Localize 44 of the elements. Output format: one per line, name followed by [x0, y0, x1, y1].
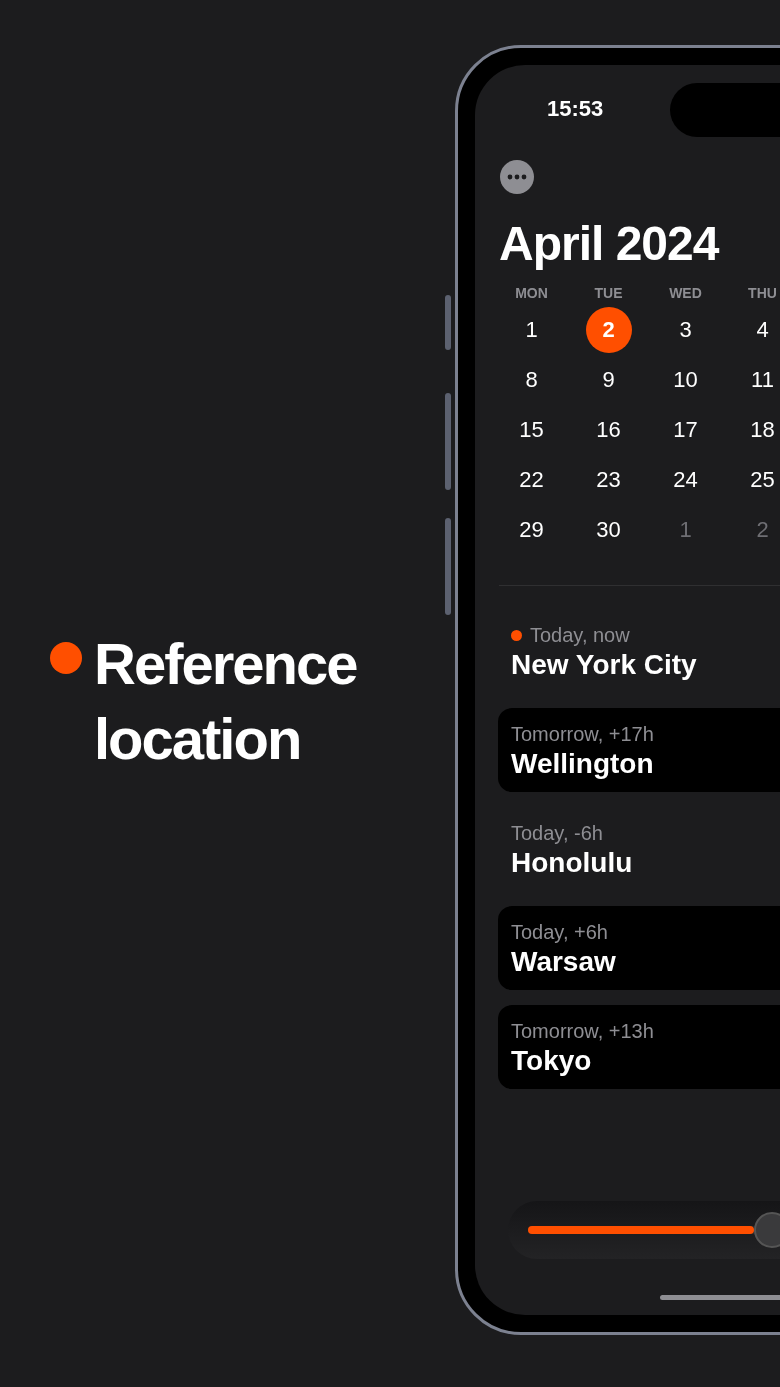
bullet-dot [50, 642, 82, 674]
time-offset: Today, +6h [511, 920, 608, 944]
city-name: Tokyo [511, 1044, 593, 1078]
weekday-label: THU [747, 284, 778, 303]
calendar-day[interactable]: 22 [508, 457, 555, 503]
more-button[interactable] [500, 160, 534, 194]
location-card[interactable]: Tomorrow, +17h Wellington [498, 708, 780, 792]
calendar-day[interactable]: 15 [508, 407, 555, 453]
location-row[interactable]: Today, -6h Honolulu [498, 807, 780, 891]
weekday-label: TUE [593, 284, 624, 303]
location-card[interactable]: Today, +6h Warsaw [498, 906, 780, 990]
calendar-day[interactable]: 8 [508, 357, 555, 403]
calendar-day[interactable]: 30 [585, 507, 632, 553]
calendar-day[interactable]: 16 [585, 407, 632, 453]
calendar-day[interactable]: 25 [739, 457, 780, 503]
calendar-day[interactable]: 3 [662, 307, 709, 353]
more-icon [507, 174, 527, 180]
calendar-day[interactable]: 23 [585, 457, 632, 503]
headline: Reference location [94, 630, 358, 773]
status-time: 15:53 [547, 96, 604, 122]
calendar-day[interactable]: 4 [739, 307, 780, 353]
city-name: Warsaw [511, 945, 617, 979]
city-name: New York City [511, 648, 698, 682]
slider-thumb[interactable] [754, 1212, 780, 1248]
location-card[interactable]: Tomorrow, +13h Tokyo [498, 1005, 780, 1089]
slider-track[interactable] [528, 1212, 780, 1248]
calendar-day[interactable]: 18 [739, 407, 780, 453]
city-name: Honolulu [511, 846, 634, 880]
weekday-label: WED [668, 284, 703, 303]
calendar-day[interactable]: 10 [662, 357, 709, 403]
calendar-day[interactable]: 9 [585, 357, 632, 403]
time-offset: Today, -6h [511, 821, 603, 845]
calendar-day[interactable]: 1 [508, 307, 555, 353]
calendar-day[interactable]: 24 [662, 457, 709, 503]
calendar-day[interactable]: 29 [508, 507, 555, 553]
time-offset: Tomorrow, +17h [511, 722, 654, 746]
city-name: Wellington [511, 747, 655, 781]
weekday-label: MON [514, 284, 549, 303]
time-offset: Today, now [530, 623, 630, 647]
time-offset: Tomorrow, +13h [511, 1019, 654, 1043]
month-title: April 2024 [499, 216, 721, 272]
calendar-day[interactable]: 11 [739, 357, 780, 403]
calendar-day[interactable]: 17 [662, 407, 709, 453]
location-row[interactable]: Today, now New York City [498, 609, 780, 693]
